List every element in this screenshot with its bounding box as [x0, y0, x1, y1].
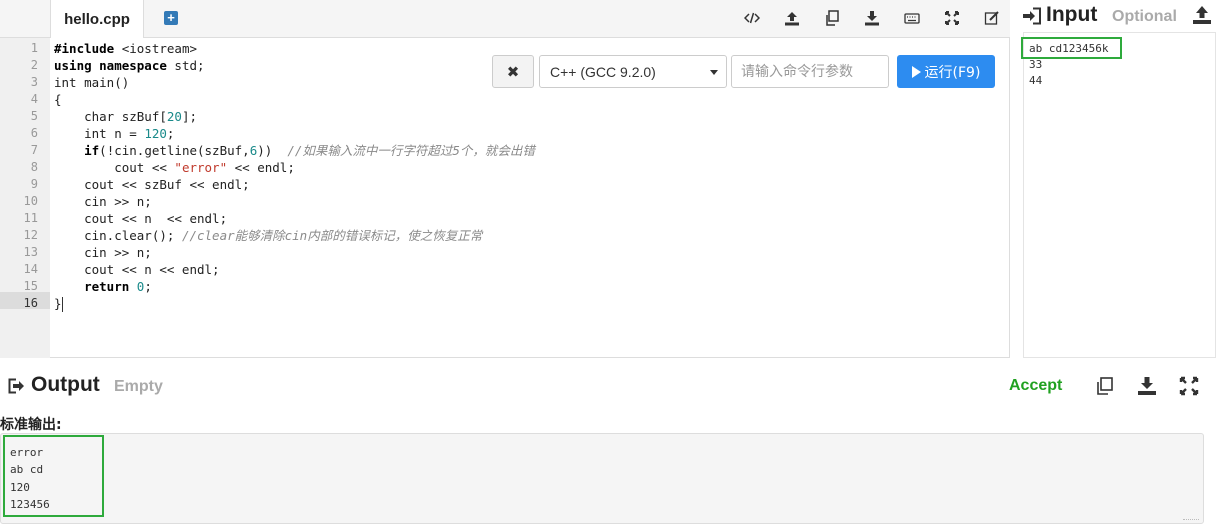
line-number: 13	[23, 245, 38, 259]
code-token: <iostream>	[121, 41, 197, 56]
code-token: std;	[166, 58, 205, 73]
stdin-line: 44	[1029, 74, 1043, 87]
code-token: int n =	[54, 126, 145, 141]
code-token: ))	[257, 143, 288, 158]
line-number: 4	[30, 92, 38, 106]
editor-tabbar: hello.cpp +	[0, 0, 1010, 38]
code-line: int main()	[54, 75, 130, 90]
line-number: 8	[30, 160, 38, 174]
run-button[interactable]: 运行(F9)	[897, 55, 995, 88]
line-number: 9	[30, 177, 38, 191]
code-line: cin >> n;	[54, 245, 152, 260]
stdin-line: 33	[1029, 58, 1043, 71]
language-select[interactable]: C++ (GCC 9.2.0)	[539, 55, 727, 88]
code-line: cout << szBuf << endl;	[54, 177, 250, 192]
run-button-label: 运行(F9)	[924, 64, 981, 81]
download-icon[interactable]	[863, 10, 881, 28]
accept-button[interactable]: Accept	[1009, 377, 1062, 395]
fullscreen-icon[interactable]	[943, 10, 961, 28]
code-line: char szBuf[20];	[54, 108, 197, 125]
output-panel-header: Output Empty Accept	[0, 370, 1216, 404]
code-token: << endl;	[227, 160, 295, 175]
code-line: return 0;	[54, 278, 152, 295]
line-number: 3	[30, 75, 38, 89]
code-token: "error"	[174, 160, 228, 175]
upload-icon[interactable]	[1192, 5, 1212, 25]
code-line: cout << n << endl;	[54, 262, 220, 277]
code-token: ;	[144, 279, 152, 294]
stdout-box[interactable]: error ab cd 120 123456	[0, 433, 1204, 524]
tab-hello-cpp[interactable]: hello.cpp	[50, 0, 144, 38]
code-line: #include <iostream>	[54, 40, 197, 57]
play-icon	[911, 65, 921, 78]
stdout-label: 标准输出:	[0, 417, 62, 433]
line-number: 6	[30, 126, 38, 140]
code-icon[interactable]	[743, 10, 761, 28]
code-token: ];	[181, 109, 198, 124]
code-token: ;	[166, 126, 175, 141]
code-comment: //clear能够清除cin内部的错误标记，使之恢复正常	[181, 228, 483, 243]
stdin-textarea[interactable]: ab cd123456k 33 44	[1023, 32, 1216, 358]
code-token: if	[84, 143, 100, 158]
code-token: char szBuf[	[54, 109, 167, 124]
download-icon[interactable]	[1137, 376, 1157, 396]
copy-icon[interactable]	[823, 10, 841, 28]
line-number: 12	[23, 228, 38, 242]
command-args-input[interactable]	[731, 55, 889, 88]
input-panel-status: Optional	[1112, 8, 1177, 25]
line-number: 14	[23, 262, 38, 276]
line-number: 10	[23, 194, 38, 208]
edit-icon[interactable]	[983, 10, 1001, 28]
output-panel-title: Output	[31, 373, 100, 396]
copy-icon[interactable]	[1094, 376, 1114, 396]
line-number: 5	[30, 109, 38, 123]
line-number: 15	[23, 279, 38, 293]
code-line: cin.clear(); //clear能够清除cin内部的错误标记，使之恢复正…	[54, 227, 482, 244]
code-token: return	[84, 279, 130, 294]
output-highlight-box	[3, 435, 104, 517]
output-panel-status: Empty	[114, 378, 163, 395]
input-panel-header: Input Optional	[1022, 0, 1216, 32]
chevron-down-icon	[710, 70, 718, 75]
line-number-gutter: 1 2 3 4 5 6 7 8 9 10 11 12 13 14 15 16	[0, 38, 50, 358]
upload-icon[interactable]	[783, 10, 801, 28]
code-editor[interactable]: 1 2 3 4 5 6 7 8 9 10 11 12 13 14 15 16 #…	[0, 38, 1010, 358]
code-line: }	[54, 295, 63, 312]
sign-out-icon	[8, 378, 24, 394]
code-line: cin >> n;	[54, 194, 152, 209]
code-token: 20	[166, 109, 182, 124]
code-line: cout << "error" << endl;	[54, 159, 295, 176]
sign-in-icon	[1023, 7, 1041, 25]
new-file-icon[interactable]: +	[164, 11, 178, 25]
code-token: using namespace	[54, 58, 167, 73]
line-number: 16	[23, 296, 38, 310]
resize-handle[interactable]	[1183, 512, 1199, 520]
line-number: 1	[30, 41, 38, 55]
language-select-value: C++ (GCC 9.2.0)	[550, 63, 656, 80]
code-line: if(!cin.getline(szBuf,6)) //如果输入流中一行字符超过…	[54, 142, 535, 159]
code-token: cin.clear();	[54, 228, 182, 243]
code-token: (!cin.getline(szBuf,	[99, 143, 250, 158]
line-number: 7	[30, 143, 38, 157]
code-line: using namespace std;	[54, 57, 205, 74]
input-highlight-box	[1021, 37, 1122, 59]
fullscreen-icon[interactable]	[1179, 376, 1199, 396]
code-line: int n = 120;	[54, 125, 174, 142]
code-token: #include	[54, 41, 122, 56]
code-comment: //如果输入流中一行字符超过5个，就会出错	[287, 143, 535, 158]
code-token: 120	[144, 126, 167, 141]
clear-button[interactable]: ✖	[492, 55, 534, 88]
line-number: 2	[30, 58, 38, 72]
line-number: 11	[23, 211, 38, 225]
keyboard-icon[interactable]	[903, 10, 921, 28]
text-cursor	[61, 297, 63, 312]
code-token: cout <<	[54, 160, 175, 175]
code-line: {	[54, 92, 62, 107]
code-line: cout << n << endl;	[54, 211, 228, 226]
code-token: }	[54, 296, 62, 311]
input-panel-title: Input	[1046, 3, 1098, 26]
